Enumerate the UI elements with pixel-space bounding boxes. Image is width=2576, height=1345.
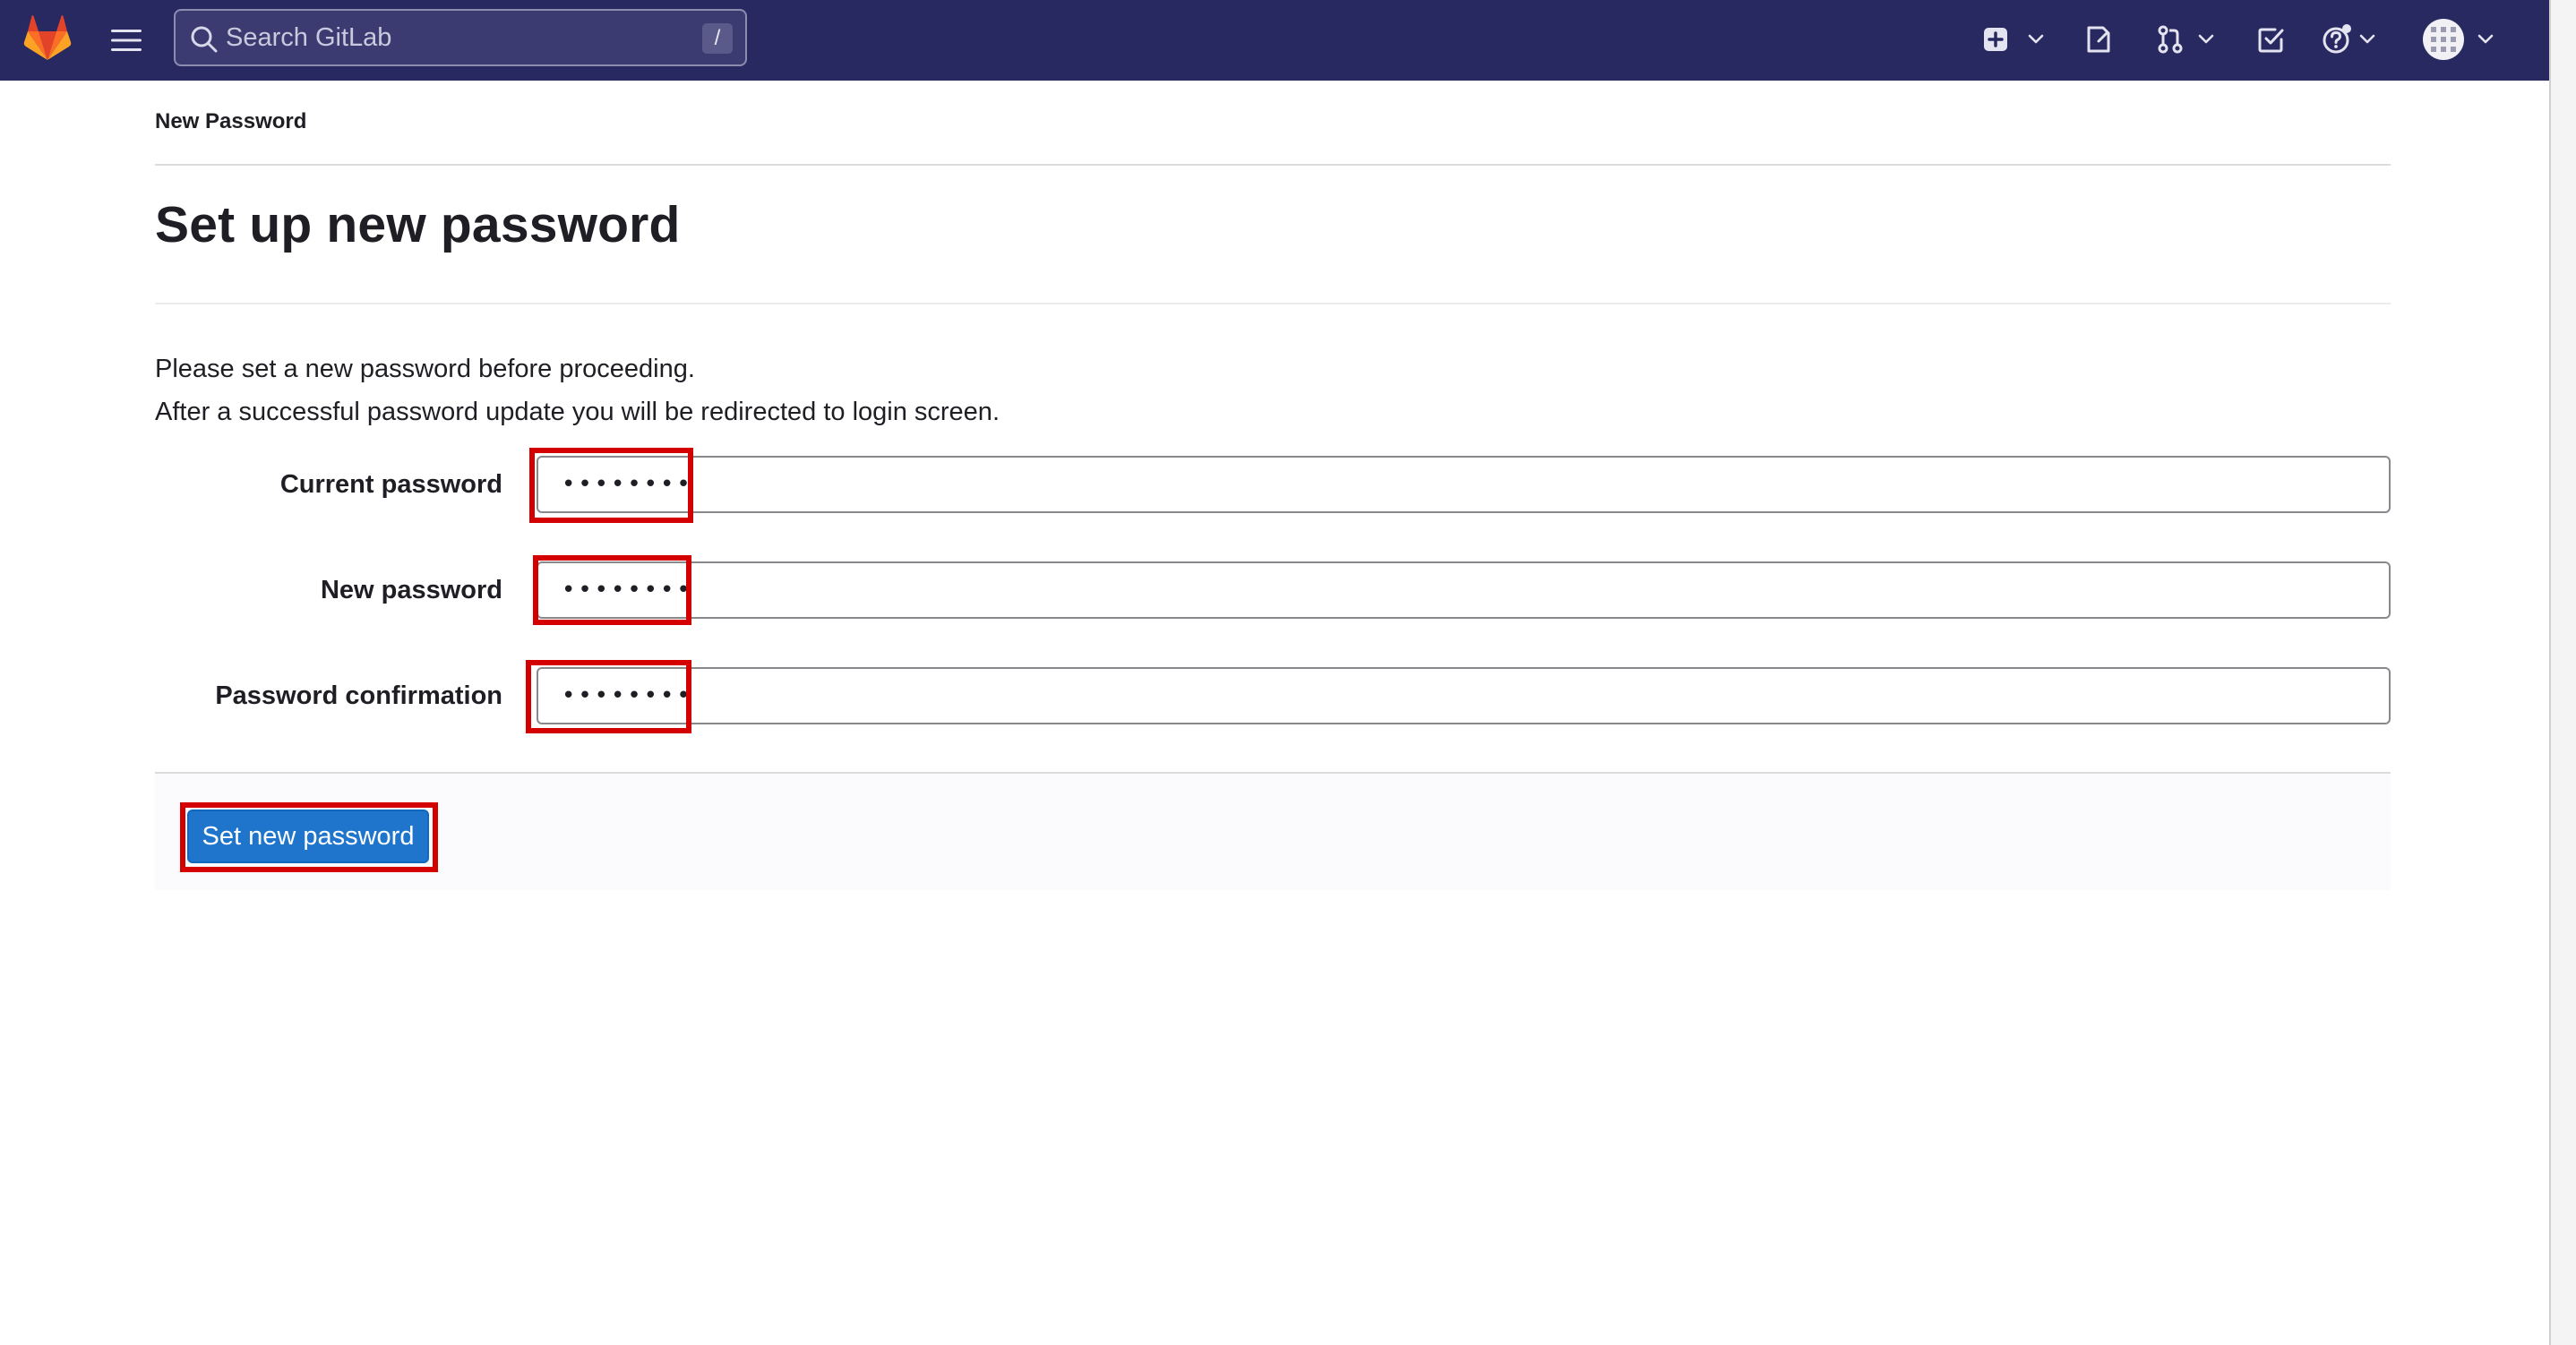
window-edge [2549,0,2576,1345]
top-navigation-bar: / [0,0,2549,81]
hamburger-menu-icon[interactable] [106,21,147,59]
merge-requests-button[interactable] [2157,18,2220,61]
intro-text: Please set a new password before proceed… [155,355,695,383]
todos-icon[interactable] [2257,18,2289,61]
user-avatar [2422,18,2465,61]
search-shortcut-badge: / [702,23,733,54]
chevron-down-icon [2359,34,2375,45]
current-password-field[interactable] [537,456,2391,513]
new-password-label: New password [320,576,502,604]
search-input[interactable] [224,16,672,59]
chevron-down-icon [2028,34,2044,45]
breadcrumb[interactable]: New Password [155,109,306,134]
set-new-password-button[interactable]: Set new password [187,810,429,863]
user-menu-button[interactable] [2422,18,2503,61]
divider [155,164,2391,166]
redirect-notice-text: After a successful password update you w… [155,398,1000,426]
current-password-row: Current password [155,456,2391,515]
page-title: Set up new password [155,196,681,253]
password-confirmation-label: Password confirmation [215,681,502,710]
current-password-label: Current password [279,470,502,499]
gitlab-logo-icon[interactable] [23,15,72,62]
search-box[interactable]: / [174,9,747,66]
password-confirmation-field[interactable] [537,667,2391,724]
chevron-down-icon [2477,34,2494,45]
chevron-down-icon [2198,34,2214,45]
new-password-row: New password [155,561,2391,621]
create-new-button[interactable] [1983,18,2046,61]
help-icon [2322,24,2352,55]
new-password-field[interactable] [537,561,2391,619]
divider [155,303,2391,304]
search-icon [190,25,219,54]
form-actions: Set new password [155,772,2391,890]
help-button[interactable] [2322,18,2386,61]
issues-icon[interactable] [2085,18,2117,61]
merge-request-icon [2157,25,2184,54]
password-confirmation-row: Password confirmation [155,667,2391,726]
plus-square-icon [1983,27,2008,52]
